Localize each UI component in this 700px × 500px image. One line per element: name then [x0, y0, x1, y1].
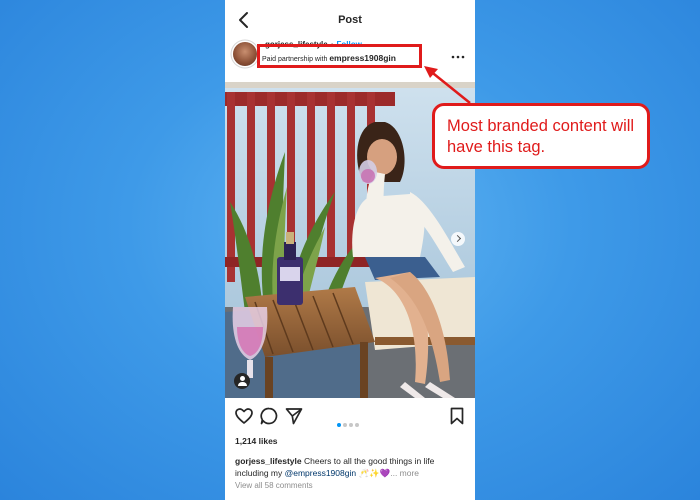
page-title: Post: [338, 14, 362, 26]
carousel-indicator: [337, 414, 367, 427]
caption-mention[interactable]: @empress1908gin: [285, 468, 356, 478]
more-horizontal-icon[interactable]: [451, 54, 465, 60]
partnership-highlight-box: [257, 44, 422, 68]
carousel-dot: [343, 423, 347, 427]
user-tag-icon[interactable]: [234, 373, 250, 389]
caption-username[interactable]: gorjess_lifestyle: [235, 456, 302, 466]
carousel-dot: [355, 423, 359, 427]
post-caption: gorjess_lifestyle Cheers to all the good…: [235, 455, 467, 479]
top-bar: Post: [225, 0, 475, 40]
heart-icon[interactable]: [234, 406, 254, 426]
caption-emoji: 🥂✨💜: [356, 468, 391, 478]
carousel-dot: [337, 423, 341, 427]
likes-count[interactable]: 1,214 likes: [235, 436, 278, 446]
action-bar: [225, 406, 475, 428]
carousel-dot: [349, 423, 353, 427]
annotation-callout: Most branded content will have this tag.: [432, 103, 650, 169]
avatar[interactable]: [233, 42, 257, 66]
view-comments-link[interactable]: View all 58 comments: [235, 481, 313, 490]
comment-icon[interactable]: [259, 406, 279, 426]
bookmark-icon[interactable]: [447, 406, 467, 426]
next-image-button[interactable]: [451, 232, 465, 246]
caption-more-link[interactable]: ... more: [390, 468, 419, 478]
send-icon[interactable]: [284, 406, 304, 426]
instagram-post-screen: Post gorjess_lifestyle • Follow Paid partn…: [225, 0, 475, 500]
